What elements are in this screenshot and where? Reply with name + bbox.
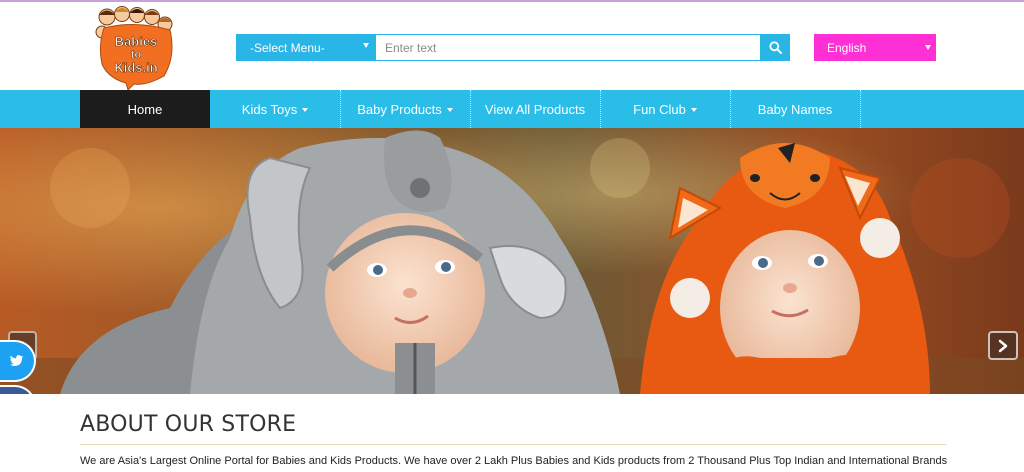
site-logo[interactable]: Babies to Kids.in [94, 6, 178, 90]
nav-item-label: Baby Names [757, 101, 833, 117]
about-section: ABOUT OUR STORE We are Asia's Largest On… [0, 394, 1024, 472]
hero-banner-slider[interactable] [0, 128, 1024, 394]
select-menu-label: -Select Menu- [250, 40, 325, 55]
search-button[interactable] [761, 34, 790, 61]
select-menu-dropdown[interactable]: -Select Menu- [236, 34, 375, 61]
chevron-down-icon [363, 43, 369, 48]
nav-item-fun-club[interactable]: Fun Club [600, 90, 730, 128]
language-dropdown[interactable]: English [814, 34, 936, 61]
nav-item-label: Baby Products [357, 101, 442, 117]
caret-down-icon [302, 108, 309, 112]
site-header: Babies to Kids.in -Select Menu- English [0, 4, 1024, 90]
logo-line-3: Kids.in [114, 60, 157, 75]
caret-down-icon [690, 108, 697, 112]
twitter-icon [7, 351, 27, 371]
about-divider [80, 444, 946, 445]
nav-item-label: Fun Club [633, 101, 686, 117]
search-icon [769, 41, 782, 54]
language-selected-label: English [827, 40, 867, 55]
caret-down-icon [446, 108, 453, 112]
chevron-right-icon [998, 339, 1008, 352]
nav-item-label: Kids Toys [241, 101, 298, 117]
main-nav: Home Kids Toys Baby Products View All Pr… [0, 90, 1024, 128]
nav-item-baby-names[interactable]: Baby Names [730, 90, 860, 128]
nav-item-kids-toys[interactable]: Kids Toys [210, 90, 340, 128]
nav-item-view-all-products[interactable]: View All Products [470, 90, 600, 128]
logo-graphic: Babies to Kids.in [95, 6, 173, 90]
nav-divider [860, 90, 861, 128]
search-input[interactable] [375, 34, 761, 61]
slider-next-button[interactable] [988, 331, 1018, 360]
nav-item-label: Home [127, 101, 163, 117]
hero-banner-image [0, 128, 1024, 394]
nav-item-label: View All Products [484, 101, 586, 117]
about-title: ABOUT OUR STORE [80, 412, 297, 437]
logo-line-1: Babies [115, 34, 158, 49]
about-text: We are Asia's Largest Online Portal for … [80, 455, 950, 467]
nav-item-baby-products[interactable]: Baby Products [340, 90, 470, 128]
nav-item-home[interactable]: Home [80, 90, 210, 128]
chevron-down-icon [925, 45, 931, 50]
